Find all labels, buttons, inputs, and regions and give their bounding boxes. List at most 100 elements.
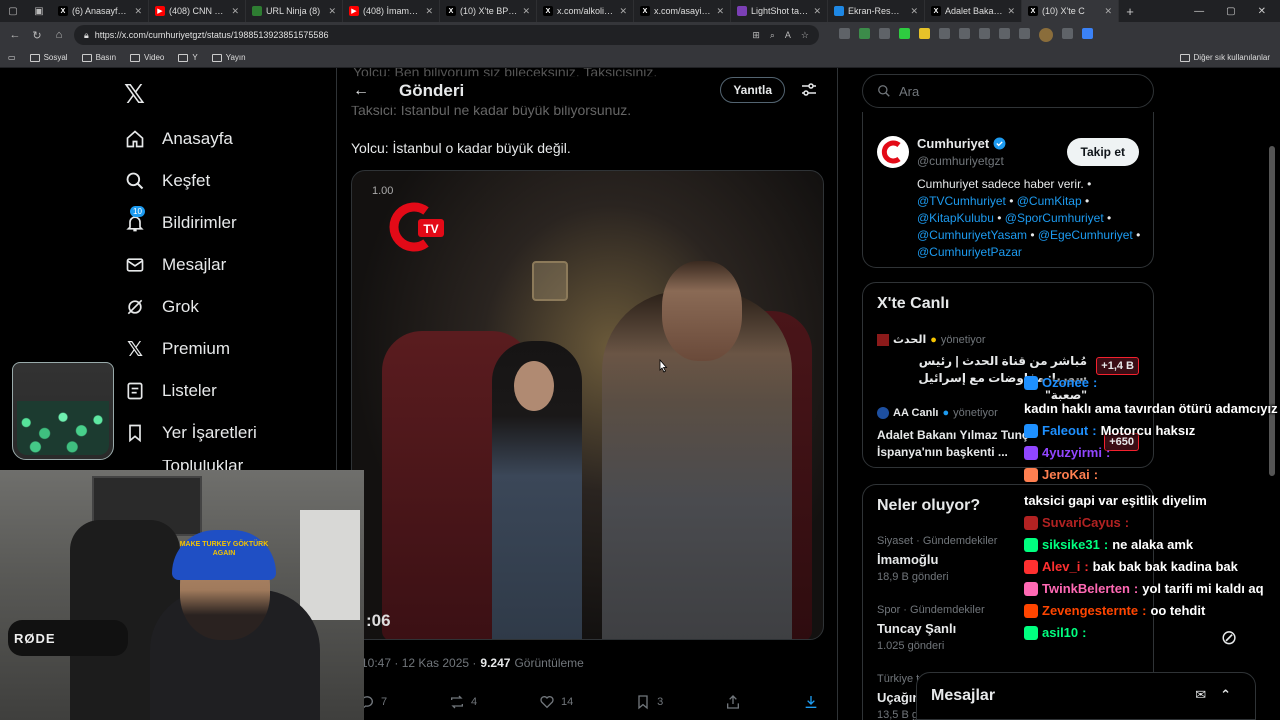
close-tab-icon[interactable]: ✕ [425,6,433,17]
follow-button[interactable]: Takip et [1066,138,1139,166]
share-action[interactable] [725,694,741,710]
trend-category: Siyaset · Gündemdekiler [877,535,998,547]
bio-link[interactable]: @CumhuriyetYasam [917,228,1027,242]
bookmark-action[interactable]: 3 [635,694,663,710]
bookmarks-menu-icon[interactable]: ▭ [8,53,16,62]
favorites-icon[interactable] [979,28,990,39]
split-screen-icon[interactable] [959,28,970,39]
close-tab-icon[interactable]: ✕ [231,6,239,17]
favorite-star-icon[interactable]: ☆ [801,30,809,41]
repost-action[interactable]: 4 [449,694,477,710]
close-tab-icon[interactable]: ✕ [1007,6,1015,17]
nav-notifications[interactable]: 10 Bildirimler [124,206,237,238]
nav-explore[interactable]: Keşfet [124,166,210,196]
reply-button[interactable]: Yanıtla [720,77,785,103]
browser-tab[interactable]: X Adalet Bakanı Y ✕ [925,0,1022,22]
bio-link[interactable]: @CumhuriyetPazar [917,245,1022,259]
bookmark-folder[interactable]: Sosyal [29,53,68,62]
close-tab-icon[interactable]: ✕ [134,6,142,17]
back-icon[interactable]: ← [8,29,22,41]
x-logo-icon[interactable]: 𝕏 [124,80,145,110]
extension-icon[interactable] [839,28,850,39]
search-input[interactable]: Ara [862,74,1154,108]
other-bookmarks[interactable]: Diğer sık kullanılanlar [1179,53,1270,62]
close-tab-icon[interactable]: ✕ [910,6,918,17]
browser-tab[interactable]: X (6) Anasayfa / X ✕ [52,0,149,22]
zoom-icon[interactable]: ⌕ [770,30,775,41]
extension-icon[interactable] [919,28,930,39]
extension-icon[interactable] [879,28,890,39]
cumhuriyet-avatar[interactable] [877,136,909,168]
bio-link[interactable]: @KitapKulubu [917,211,994,225]
bookmark-folder[interactable]: Basın [81,53,116,62]
like-action[interactable]: 14 [539,694,573,710]
close-tab-icon[interactable]: ✕ [813,6,821,17]
video-timestamp: 1.00 [372,185,394,197]
browser-tab[interactable]: ▶ (408) CNN TÜRK ✕ [149,0,246,22]
video-player[interactable]: 1.00 TV :06 [351,170,824,640]
browser-tab[interactable]: Xx.com/asayisbe ✕ [634,0,731,22]
grok-icon [124,296,146,318]
browser-tab[interactable]: Xx.com/alkolikyo ✕ [537,0,634,22]
browser-essentials-icon[interactable] [999,28,1010,39]
tab-actions-icon[interactable]: ▢ [0,0,26,22]
close-tab-icon[interactable]: ✕ [328,6,336,17]
trend-name[interactable]: İmamoğlu [877,552,938,567]
more-menu-icon[interactable] [1062,28,1073,39]
new-tab-button[interactable]: + [1119,4,1141,19]
collections-icon[interactable] [1019,28,1030,39]
bookmark-folder[interactable]: Video [130,53,164,62]
browser-tab[interactable]: X (10) X'te BPT: "R ✕ [440,0,537,22]
live-host[interactable]: الحدث ● yönetiyor [877,333,986,346]
account-name[interactable]: Cumhuriyet [917,136,1006,151]
minimize-icon[interactable]: — [1194,6,1204,17]
close-tab-icon[interactable]: ✕ [1104,6,1112,17]
browser-tab[interactable]: URL Ninja (8) ✕ [246,0,343,22]
live-host[interactable]: AA Canlı ● yönetiyor [877,407,998,419]
bio-link[interactable]: @SporCumhuriyet [1005,211,1104,225]
nav-premium[interactable]: 𝕏 Premium [124,334,230,364]
bio-link[interactable]: @EgeCumhuriyet [1038,228,1133,242]
messages-drawer[interactable]: Mesajlar ✉ ⌃ [916,672,1256,720]
webcam-overlay: MAKE TURKEY GÖKTÜRK AGAIN RØDE [0,470,364,720]
profile-avatar[interactable] [1039,28,1053,42]
maximize-icon[interactable]: ▢ [1226,6,1235,17]
nav-grok[interactable]: Grok [124,292,199,322]
trend-name[interactable]: Uçağın [877,690,920,705]
browser-tab[interactable]: LightShot taraf ✕ [731,0,828,22]
browser-tab[interactable]: ▶ (408) İmamoğlu ✕ [343,0,440,22]
folder-icon [29,53,40,62]
bio-link[interactable]: @TVCumhuriyet [917,194,1006,208]
close-tab-icon[interactable]: ✕ [619,6,627,17]
bookmark-folder[interactable]: Y [178,53,198,62]
filter-settings-icon[interactable] [801,82,817,98]
trend-name[interactable]: Tuncay Şanlı [877,621,956,636]
back-arrow-icon[interactable]: ← [353,82,369,100]
close-tab-icon[interactable]: ✕ [716,6,724,17]
home-icon[interactable]: ⌂ [52,29,66,41]
read-aloud-icon[interactable]: A [785,30,791,41]
close-tab-icon[interactable]: ✕ [522,6,530,17]
download-action[interactable] [803,694,819,710]
reload-icon[interactable]: ↻ [30,29,44,42]
extension-icon[interactable] [859,28,870,39]
post-time[interactable]: 10:47 · 12 Kas 2025 · [361,656,476,670]
new-message-icon[interactable]: ✉ [1195,687,1206,703]
extensions-puzzle-icon[interactable] [939,28,950,39]
address-bar[interactable]: 🔒︎ https://x.com/cumhuriyetgzt/status/19… [74,25,819,45]
bookmark-folder[interactable]: Yayın [211,53,246,62]
bio-link[interactable]: @CumKitap [1017,194,1082,208]
expand-icon[interactable]: ⌃ [1220,687,1231,703]
nav-messages[interactable]: Mesajlar [124,250,226,280]
lightshot-icon [737,6,747,16]
extension-icon[interactable] [899,28,910,39]
close-window-icon[interactable]: ✕ [1258,6,1266,17]
nav-home[interactable]: Anasayfa [124,124,233,154]
nav-bookmarks[interactable]: Yer İşaretleri [124,418,257,448]
copilot-icon[interactable] [1082,28,1093,39]
browser-tab[interactable]: Ekran-Resmi-20 ✕ [828,0,925,22]
browser-tab[interactable]: X (10) X'te C ✕ [1022,0,1119,22]
vertical-tabs-icon[interactable]: ▣ [26,0,52,22]
app-icon[interactable]: ⊞ [752,30,760,41]
nav-lists[interactable]: Listeler [124,376,217,406]
